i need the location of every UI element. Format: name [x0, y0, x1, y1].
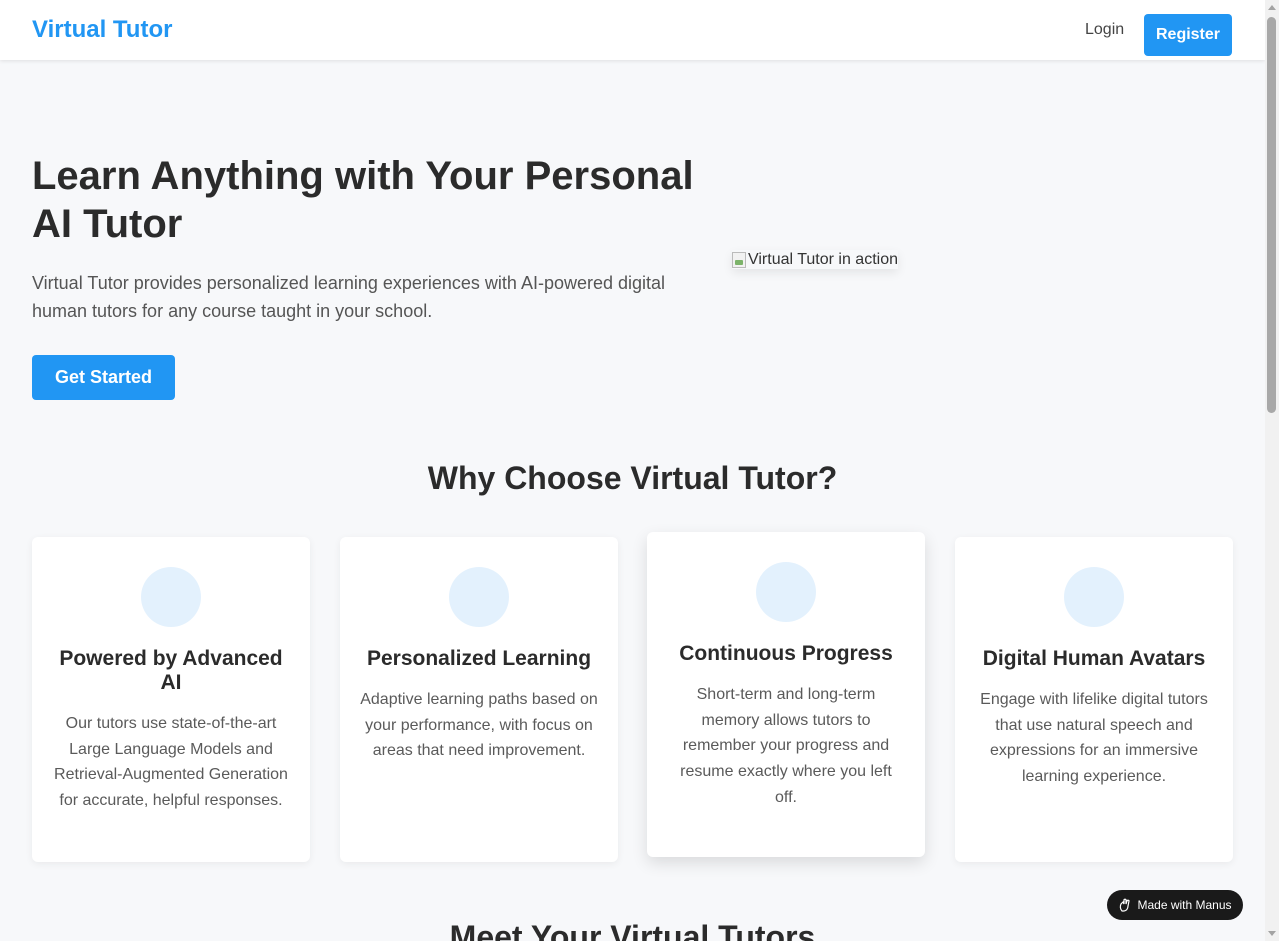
made-with-manus-badge[interactable]: Made with Manus — [1107, 890, 1243, 920]
features-title: Why Choose Virtual Tutor? — [427, 460, 838, 496]
page: Virtual Tutor Login Register Learn Anyth… — [0, 0, 1265, 941]
hero-image-alt-text: Virtual Tutor in action — [747, 250, 898, 268]
manus-hand-icon — [1120, 898, 1131, 912]
register-button[interactable]: Register — [1144, 14, 1232, 56]
feature-card-title: Personalized Learning — [366, 647, 592, 670]
hero-image: Virtual Tutor in action — [732, 250, 898, 269]
feature-card-title: Digital Human Avatars — [982, 647, 1206, 670]
feature-card-description: Adaptive learning paths based on your pe… — [360, 691, 598, 760]
hero-title: Learn Anything with Your Personal AI Tut… — [32, 154, 694, 246]
badge-label: Made with Manus — [1137, 898, 1232, 912]
site-header: Virtual Tutor Login Register — [0, 0, 1265, 60]
hero-description: Virtual Tutor provides personalized lear… — [32, 273, 666, 321]
page-scrollbar[interactable] — [1265, 0, 1279, 941]
tutors-title: Meet Your Virtual Tutors — [449, 919, 816, 941]
get-started-button[interactable]: Get Started — [32, 355, 175, 400]
broken-image-icon — [732, 251, 746, 268]
feature-personalized-icon — [449, 567, 509, 627]
feature-card-title: Continuous Progress — [679, 642, 893, 665]
login-link[interactable]: Login — [1085, 20, 1124, 40]
feature-card-description: Short-term and long-term memory allows t… — [680, 686, 892, 806]
feature-progress-icon — [756, 562, 816, 622]
feature-card-ai: Powered by Advanced AI Our tutors use st… — [32, 537, 310, 862]
feature-ai-icon — [141, 567, 201, 627]
brand-logo-link[interactable]: Virtual Tutor — [32, 16, 172, 44]
feature-card-avatars: Digital Human Avatars Engage with lifeli… — [955, 537, 1233, 862]
feature-card-description: Engage with lifelike digital tutors that… — [980, 691, 1208, 786]
feature-card-progress: Continuous Progress Short-term and long-… — [647, 532, 925, 857]
feature-card-title: Powered by Advanced AI — [59, 647, 283, 694]
feature-card-personalized: Personalized Learning Adaptive learning … — [340, 537, 618, 862]
feature-card-description: Our tutors use state-of-the-art Large La… — [54, 715, 288, 810]
scroll-up-arrow-icon[interactable] — [1268, 5, 1276, 10]
scrollbar-thumb[interactable] — [1267, 17, 1276, 413]
feature-avatars-icon — [1064, 567, 1124, 627]
scroll-down-arrow-icon[interactable] — [1268, 931, 1276, 936]
